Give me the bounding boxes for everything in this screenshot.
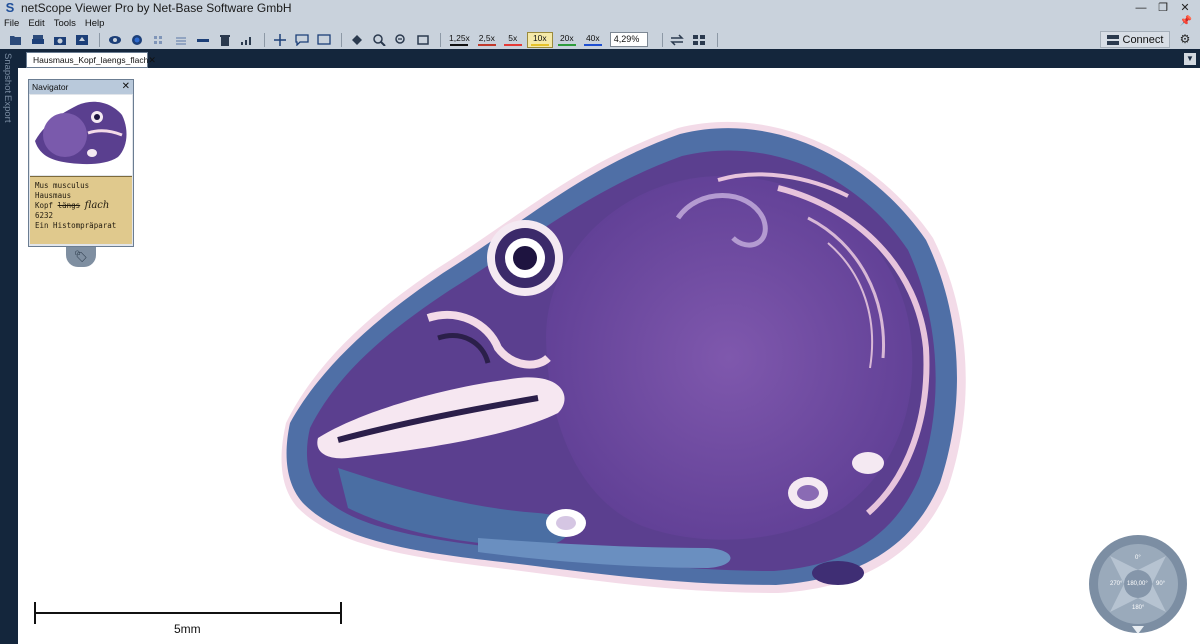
zoom-color-bar — [583, 44, 602, 46]
slide-viewer[interactable] — [18, 68, 1200, 644]
minus-bar-icon[interactable] — [193, 32, 212, 48]
label-handwriting: flach — [84, 200, 110, 211]
menu-help[interactable]: Help — [85, 18, 105, 29]
zoom-preset-1-25x[interactable]: 1,25x — [446, 32, 473, 48]
dial-angle-value: 180,00° — [1127, 581, 1148, 587]
signal-bars-icon[interactable] — [237, 32, 256, 48]
print-icon[interactable] — [28, 32, 47, 48]
menu-edit[interactable]: Edit — [28, 18, 44, 29]
server-icon — [1106, 34, 1119, 45]
trash-icon[interactable] — [215, 32, 234, 48]
rotate-icon[interactable] — [347, 32, 366, 48]
scale-bar-tick-right — [340, 602, 342, 624]
label-line-region: Kopf längs flach — [35, 200, 110, 211]
close-window-button[interactable]: ✕ — [1174, 0, 1196, 16]
zoom-color-bar — [503, 44, 522, 46]
side-panel-strip: Snapshot Export — [0, 49, 18, 644]
app-title: netScope Viewer Pro by Net-Base Software… — [21, 1, 292, 15]
settings-gear-icon[interactable]: ⚙ — [1176, 31, 1194, 48]
zoom-color-bar — [450, 44, 469, 46]
side-tab-export[interactable]: Export — [2, 95, 13, 122]
dial-label-top: 0° — [1135, 555, 1141, 561]
zoom-color-bar — [530, 44, 549, 46]
zoom-out-icon[interactable] — [391, 32, 410, 48]
app-logo-icon: S — [5, 0, 15, 15]
navigator-header: Navigator ✕ — [29, 80, 133, 94]
thumbnail-specimen-image — [35, 101, 127, 165]
tissue-specimen-image — [281, 121, 966, 593]
tab-document[interactable]: Hausmaus_Kopf_laengs_flach ✕ — [26, 52, 156, 68]
crosshair-icon[interactable] — [270, 32, 289, 48]
dial-label-right: 90° — [1156, 581, 1166, 587]
zoom-preset-40x[interactable]: 40x — [581, 32, 605, 48]
navigator-panel[interactable]: Navigator ✕ Mus musculus Hausmaus Kopf l… — [28, 79, 134, 247]
zoom-preset-2-5x[interactable]: 2,5x — [475, 32, 499, 48]
tab-document-label: Hausmaus_Kopf_laengs_flach — [33, 55, 149, 65]
comment-icon[interactable] — [292, 32, 311, 48]
scale-bar-line — [34, 612, 342, 614]
label-line-maker: Ein Histompräparat — [35, 221, 117, 230]
toolbar-separator — [99, 32, 100, 47]
menu-bar: File Edit Tools Help 📌 — [0, 16, 1200, 30]
minimize-button[interactable]: — — [1130, 0, 1152, 16]
zoom-color-bar — [557, 44, 576, 46]
dial-label-left: 270° — [1110, 581, 1123, 587]
grid-tool-icon[interactable] — [149, 32, 168, 48]
zoom-color-bar — [477, 44, 496, 46]
navigator-tag-toggle-icon[interactable]: 🏷 — [66, 247, 96, 267]
label-line-species: Mus musculus — [35, 181, 90, 190]
restore-button[interactable]: ❐ — [1152, 0, 1174, 16]
eye-icon[interactable] — [105, 32, 124, 48]
zoom-preset-10x[interactable]: 10x — [526, 31, 553, 48]
toolbar-separator — [661, 32, 663, 47]
label-line-number: 6232 — [35, 211, 54, 220]
zoom-preset-20x[interactable]: 20x — [555, 32, 579, 48]
menu-tools[interactable]: Tools — [54, 18, 76, 29]
label-struck-text: längs — [57, 201, 81, 210]
toolbar-separator — [264, 32, 265, 47]
rotation-dial[interactable]: 0° 90° 180° 270° 180,00° — [1088, 534, 1188, 634]
tab-close-icon[interactable]: ✕ — [148, 55, 156, 66]
zoom-preset-5x[interactable]: 5x — [501, 32, 525, 48]
circle-tool-icon[interactable] — [127, 32, 146, 48]
connect-button[interactable]: Connect — [1100, 31, 1170, 48]
export-image-icon[interactable] — [72, 32, 91, 48]
open-folder-icon[interactable] — [6, 32, 25, 48]
toolbar-separator — [440, 32, 441, 47]
window-controls: — ❐ ✕ — [1130, 0, 1196, 16]
layers-icon[interactable] — [171, 32, 190, 48]
navigator-close-icon[interactable]: ✕ — [122, 80, 130, 94]
label-line-common: Hausmaus — [35, 191, 72, 200]
side-tab-snapshot[interactable]: Snapshot — [2, 53, 13, 93]
tab-bar: Hausmaus_Kopf_laengs_flach ✕ ▼ — [0, 49, 1200, 68]
toolbar: 1,25x 2,5x 5x 10x 20x 40x 4,29% Connect … — [0, 30, 1200, 49]
tab-dropdown-chevron-icon[interactable]: ▼ — [1184, 53, 1196, 65]
navigator-title: Navigator — [32, 82, 69, 92]
menu-file[interactable]: File — [4, 18, 19, 29]
dial-label-bottom: 180° — [1132, 605, 1145, 611]
slide-label-image: Mus musculus Hausmaus Kopf längs flach 6… — [30, 176, 132, 244]
toolbar-separator — [716, 32, 718, 47]
fit-view-icon[interactable] — [413, 32, 432, 48]
swap-icon[interactable] — [668, 32, 687, 48]
layout-grid-icon[interactable] — [690, 32, 709, 48]
scale-bar-label: 5mm — [174, 622, 201, 636]
title-bar: S netScope Viewer Pro by Net-Base Softwa… — [0, 0, 1200, 16]
camera-icon[interactable] — [50, 32, 69, 48]
zoom-value-input[interactable]: 4,29% — [609, 32, 648, 47]
connect-label: Connect — [1122, 33, 1164, 46]
zoom-in-icon[interactable] — [369, 32, 388, 48]
pin-icon[interactable]: 📌 — [1180, 16, 1192, 27]
scale-bar: 5mm — [34, 602, 342, 636]
navigator-thumbnail[interactable] — [30, 95, 132, 175]
annotation-box-icon[interactable] — [314, 32, 333, 48]
toolbar-separator — [341, 32, 342, 47]
